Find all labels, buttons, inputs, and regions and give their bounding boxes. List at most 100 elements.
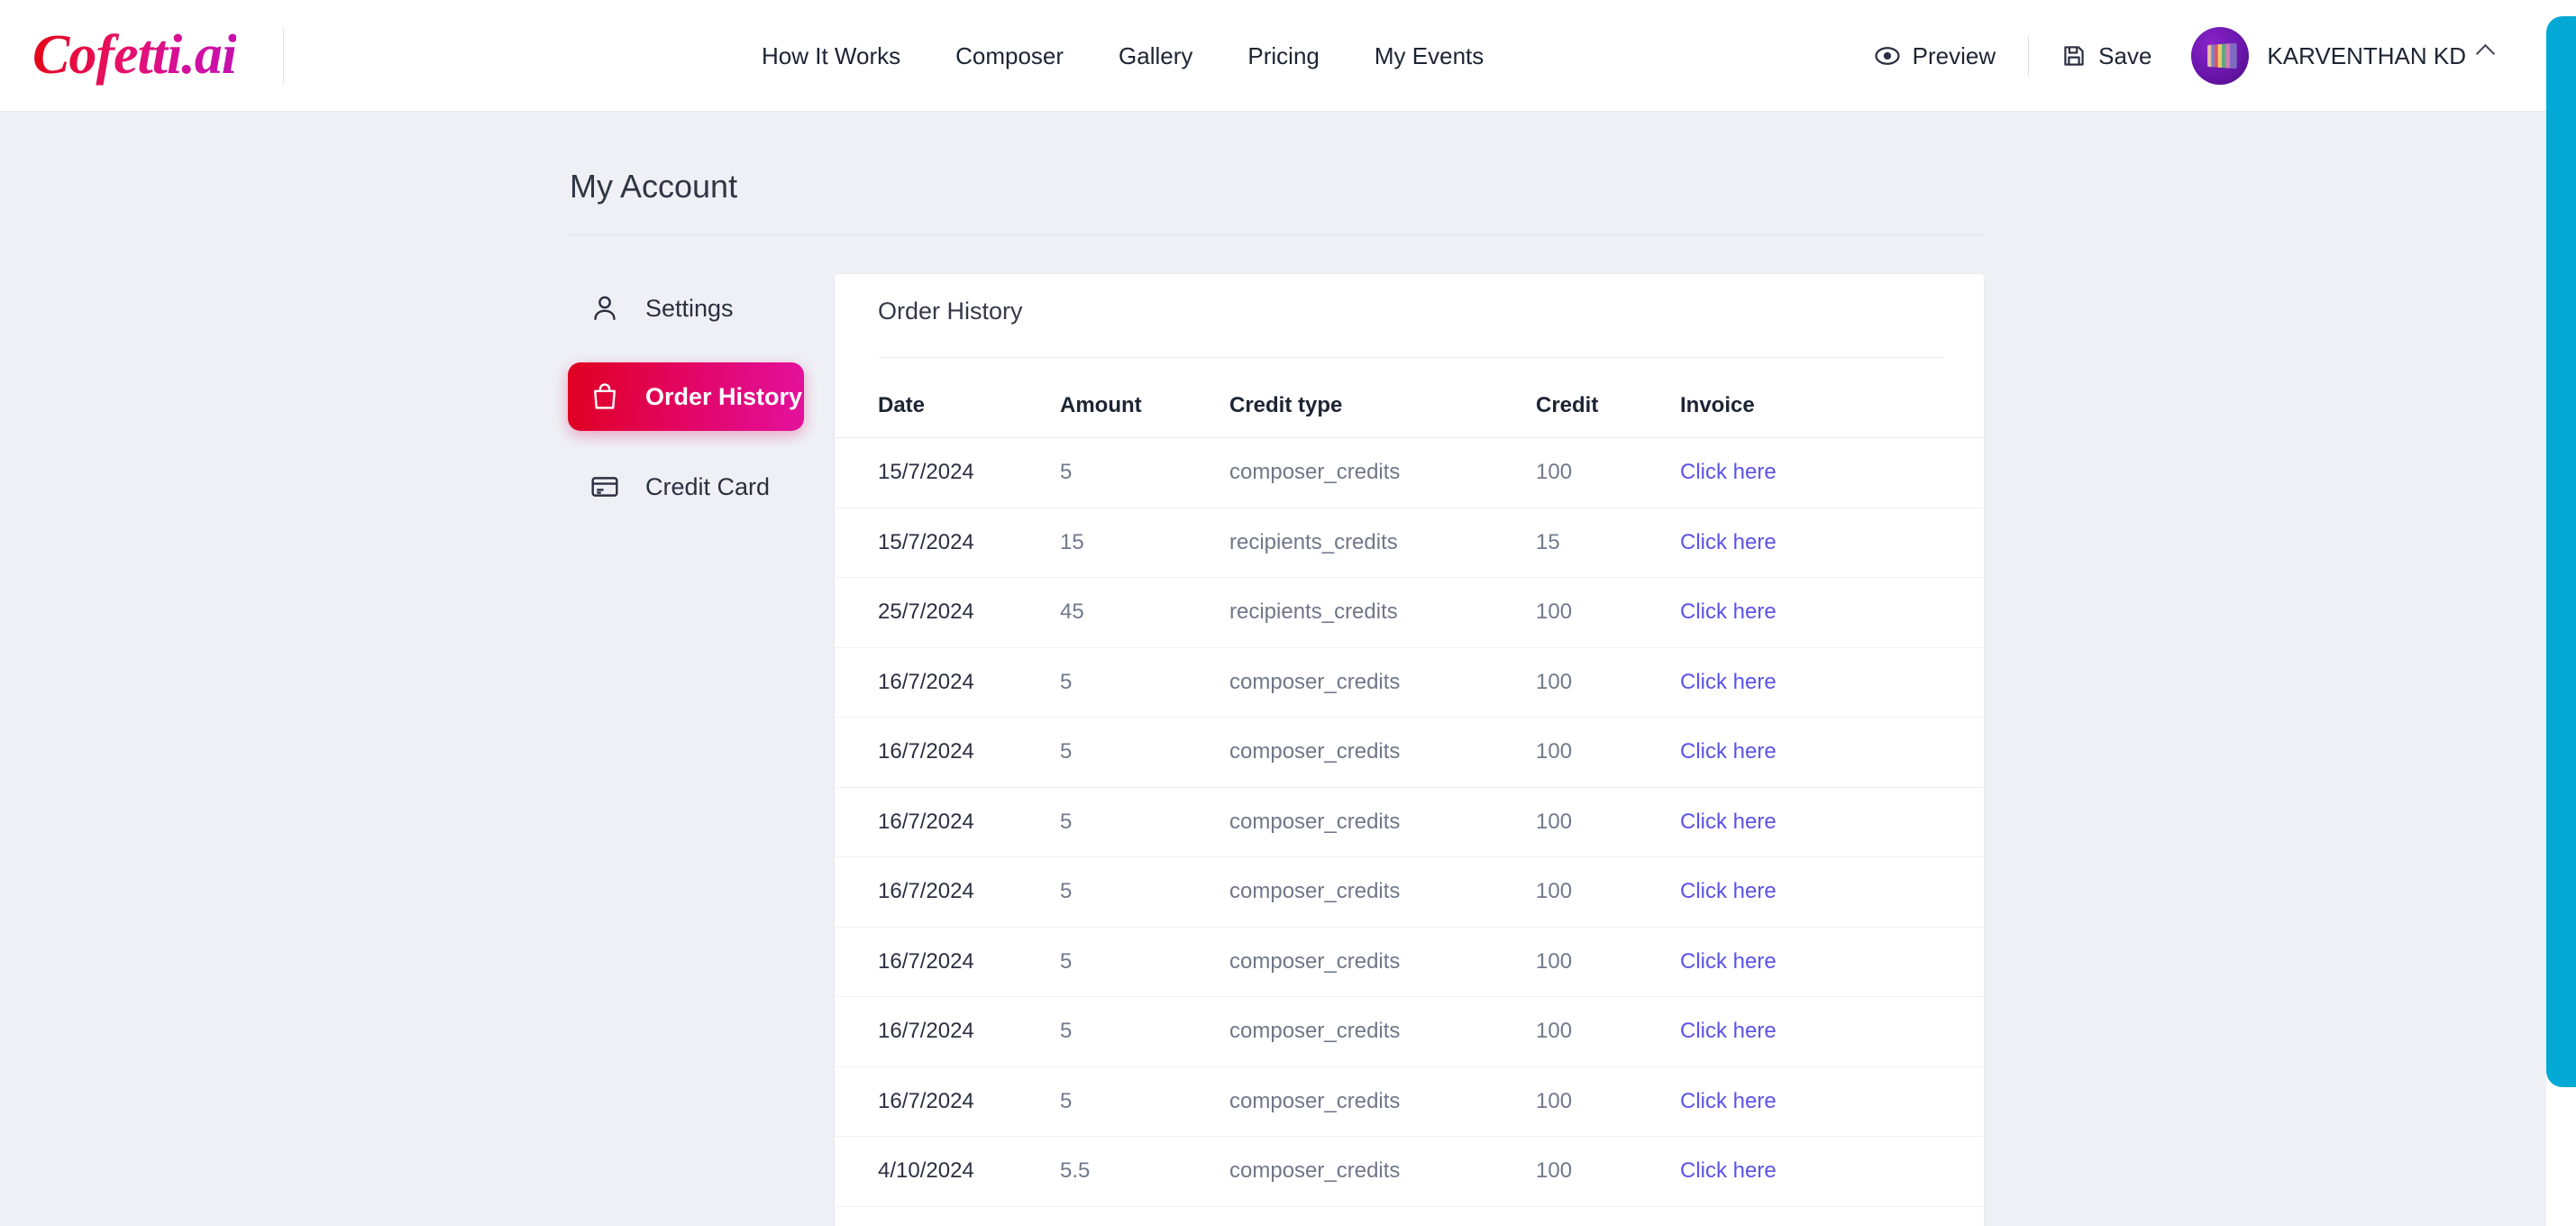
cell-date: 15/7/2024 <box>878 460 974 485</box>
table-row: 16/7/2024 5 composer_credits 100 Click here <box>835 788 1984 857</box>
avatar[interactable] <box>2191 27 2250 85</box>
cell-credit: 100 <box>1536 879 1573 904</box>
nav-item-gallery[interactable]: Gallery <box>1119 42 1192 70</box>
order-history-card: Order History Date Amount Credit type Cr… <box>834 273 1985 1226</box>
cell-amount: 5 <box>1060 809 1073 834</box>
user-icon <box>594 296 616 321</box>
sidebar-item-label: Settings <box>645 294 734 322</box>
page-title: My Account <box>570 168 738 205</box>
nav-item-how-it-works[interactable]: How It Works <box>762 42 900 70</box>
eye-icon <box>1875 47 1900 65</box>
cell-credit-type: composer_credits <box>1229 739 1401 764</box>
nav-item-my-events[interactable]: My Events <box>1375 42 1484 70</box>
cell-date: 4/10/2024 <box>878 1158 974 1184</box>
cell-date: 16/7/2024 <box>878 948 974 974</box>
shopping-bag-icon <box>594 383 616 409</box>
cell-date: 25/7/2024 <box>878 599 974 625</box>
column-header-amount: Amount <box>1060 392 1142 417</box>
cell-date: 16/7/2024 <box>878 1019 974 1044</box>
cell-credit-type: composer_credits <box>1229 809 1401 834</box>
table-row: 16/7/2024 5 composer_credits 100 Click here <box>835 1067 1984 1137</box>
invoice-link[interactable]: Click here <box>1680 1158 1860 1184</box>
cell-date: 15/7/2024 <box>878 529 974 554</box>
cell-credit-type: composer_credits <box>1229 948 1401 974</box>
cell-amount: 5 <box>1060 948 1073 974</box>
user-name[interactable]: KARVENTHAN KD <box>2267 42 2466 70</box>
sidebar-item-settings[interactable]: Settings <box>568 274 804 343</box>
sidebar-item-label: Order History <box>645 382 803 410</box>
table-row: 15/7/2024 5 composer_credits 100 Click here <box>835 438 1984 508</box>
save-button[interactable]: Save <box>2061 42 2151 70</box>
cell-amount: 15 <box>1060 529 1084 554</box>
cell-date: 16/7/2024 <box>878 669 974 694</box>
card-divider <box>878 357 1943 358</box>
invoice-link[interactable]: Click here <box>1680 949 1860 974</box>
cell-credit: 100 <box>1536 669 1573 694</box>
cell-credit: 100 <box>1536 739 1573 764</box>
cell-amount: 45 <box>1060 599 1084 625</box>
table-header-row: Date Amount Credit type Credit Invoice <box>835 373 1984 438</box>
nav-item-pricing[interactable]: Pricing <box>1247 42 1319 70</box>
column-header-invoice: Invoice <box>1680 392 1755 417</box>
cell-credit-type: composer_credits <box>1229 879 1401 904</box>
cell-credit-type: composer_credits <box>1229 460 1401 485</box>
page-scrollbar-thumb[interactable] <box>2546 16 2576 1087</box>
cell-credit: 100 <box>1536 1088 1573 1113</box>
save-label: Save <box>2098 41 2152 69</box>
table-row: 25/7/2024 45 recipients_credits 100 Click he… <box>835 578 1984 648</box>
top-header: Cofetti.ai How It Works Composer Gallery… <box>0 0 2546 112</box>
invoice-link[interactable]: Click here <box>1680 810 1860 835</box>
sidebar-item-credit-card[interactable]: Credit Card <box>568 453 804 521</box>
save-floppy-icon <box>2064 46 2084 66</box>
cell-credit: 15 <box>1536 529 1560 554</box>
brand-logo[interactable]: Cofetti.ai <box>32 23 237 87</box>
page-body: My Account Settings Order History Credit… <box>0 112 2546 1226</box>
sidebar-item-label: Credit Card <box>645 472 771 500</box>
cell-credit-type: recipients_credits <box>1229 529 1398 554</box>
app-root: Cofetti.ai How It Works Composer Gallery… <box>0 0 2576 1226</box>
action-divider <box>2028 36 2030 76</box>
table-row: 4/10/20245.5composer_credits100Click her… <box>835 1137 1984 1207</box>
table-row: 15/7/2024 15 recipients_credits 15 Click her… <box>835 508 1984 578</box>
main-nav: How It Works Composer Gallery Pricing My… <box>762 0 1484 112</box>
invoice-link[interactable]: Click here <box>1680 460 1860 485</box>
cell-credit-type: composer_credits <box>1229 1019 1401 1044</box>
cell-date: 16/7/2024 <box>878 739 974 764</box>
invoice-link[interactable]: Click here <box>1680 739 1860 764</box>
preview-label: Preview <box>1912 41 1996 69</box>
cell-credit: 100 <box>1536 460 1573 485</box>
invoice-link[interactable]: Click here <box>1680 879 1860 904</box>
column-header-credit: Credit <box>1536 392 1599 417</box>
cell-date: 16/7/2024 <box>878 879 974 904</box>
invoice-link[interactable]: Click here <box>1680 1089 1860 1114</box>
cell-credit: 100 <box>1536 809 1573 834</box>
cell-credit: 100 <box>1536 948 1573 974</box>
cell-credit: 100 <box>1536 1158 1573 1184</box>
table-row: 4/10/20245.5composer_credits100Click her… <box>835 1207 1984 1226</box>
cell-credit-type: composer_credits <box>1229 1088 1401 1113</box>
invoice-link[interactable]: Click here <box>1680 530 1860 555</box>
preview-button[interactable]: Preview <box>1874 42 1996 70</box>
chevron-up-icon[interactable] <box>2475 43 2496 64</box>
table-row: 16/7/2024 5 composer_credits 100 Click here <box>835 718 1984 788</box>
invoice-link[interactable]: Click here <box>1680 670 1860 695</box>
cell-amount: 5.5 <box>1060 1158 1091 1184</box>
title-divider <box>568 234 1985 235</box>
invoice-link[interactable]: Click here <box>1680 599 1860 625</box>
sidebar-item-order-history[interactable]: Order History <box>568 362 804 431</box>
invoice-link[interactable]: Click here <box>1680 1019 1860 1044</box>
cell-amount: 5 <box>1060 460 1073 485</box>
table-row: 16/7/2024 5 composer_credits 100 Click here <box>835 997 1984 1067</box>
nav-item-composer[interactable]: Composer <box>955 42 1064 70</box>
table-row: 16/7/2024 5 composer_credits 100 Click here <box>835 857 1984 928</box>
column-header-date: Date <box>878 392 926 417</box>
card-title: Order History <box>878 297 1023 325</box>
table-row: 16/7/2024 5 composer_credits 100 Click here <box>835 928 1984 997</box>
cell-credit: 100 <box>1536 599 1573 625</box>
column-header-credit-type: Credit type <box>1229 392 1343 417</box>
cell-credit: 100 <box>1536 1019 1573 1044</box>
cell-credit-type: composer_credits <box>1229 669 1401 694</box>
cell-credit-type: recipients_credits <box>1229 599 1398 625</box>
page-scrollbar-track[interactable] <box>2546 0 2576 1226</box>
